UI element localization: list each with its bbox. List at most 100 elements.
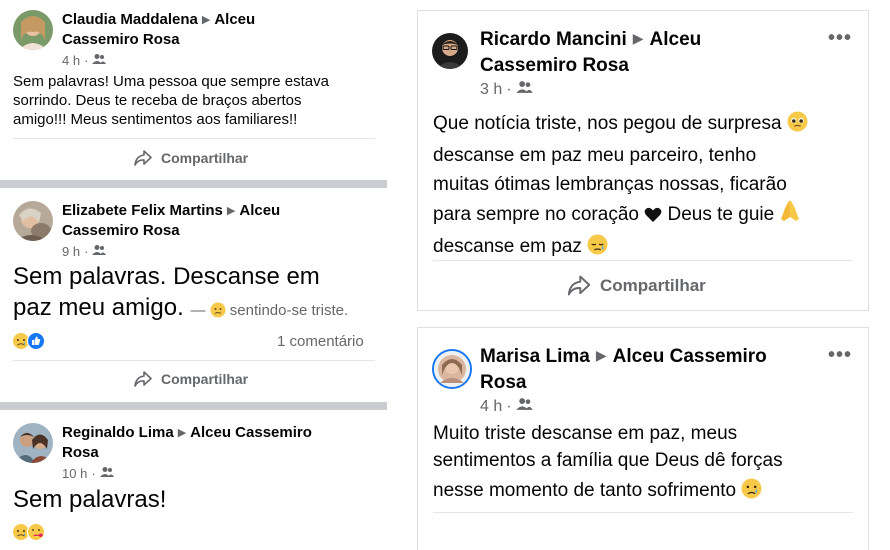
avatar[interactable]: [432, 349, 472, 389]
like-reaction-icon: [27, 332, 45, 355]
author-name[interactable]: Marisa Lima: [480, 346, 590, 367]
black-heart-icon: [644, 203, 662, 232]
share-button[interactable]: Compartilhar: [566, 274, 706, 297]
timestamp[interactable]: 10 h: [62, 466, 87, 481]
post-meta: 4 h ·: [480, 397, 533, 416]
post-text: Sem palavras. Descanse em paz meu amigo.…: [13, 261, 385, 329]
share-label: Compartilhar: [600, 275, 706, 295]
author-name[interactable]: Claudia Maddalena: [62, 11, 198, 28]
post-marisa: Marisa Lima ▶ Alceu Cassemiro Rosa ••• 4 h…: [417, 327, 869, 550]
post-reginaldo: Reginaldo Lima ▶ Alceu Cassemiro Rosa 10 h…: [0, 410, 387, 550]
crying-face-icon: [741, 478, 762, 507]
post-text-line: descanse em paz meu parceiro, tenho: [433, 145, 757, 166]
friends-icon: [92, 53, 107, 68]
arrow-right-icon: ▶: [632, 30, 644, 46]
post-text-line: amigo!!! Meus sentimentos aos familiares…: [13, 111, 298, 128]
post-text-line-2: paz meu amigo. — sentindo-se triste.: [13, 292, 385, 329]
post-separator: [0, 180, 387, 188]
avatar[interactable]: [13, 201, 53, 241]
post-text-segment: nesse momento de tanto sofrimento: [433, 480, 737, 501]
care-reaction-icon: [27, 523, 45, 546]
divider: [433, 512, 853, 513]
share-arrow-icon: [133, 370, 153, 388]
timestamp[interactable]: 4 h: [480, 398, 502, 416]
post-text-segment: Deus te guie: [667, 204, 775, 225]
avatar[interactable]: [13, 10, 53, 50]
comments-count[interactable]: 1 comentário: [277, 333, 364, 350]
post-claudia: Claudia Maddalena ▶ Alceu Cassemiro Rosa 4…: [0, 0, 387, 180]
reactions[interactable]: [12, 332, 45, 355]
post-text-line: para sempre no coração Deus te guie: [433, 199, 863, 232]
arrow-right-icon: ▶: [201, 14, 211, 26]
post-text-line: Sem palavras! Uma pessoa que sempre esta…: [13, 73, 329, 90]
friends-icon: [515, 397, 533, 416]
arrow-right-icon: ▶: [226, 205, 236, 217]
share-button[interactable]: Compartilhar: [133, 370, 248, 388]
pleading-face-icon: [787, 111, 808, 141]
post-text-line: sentimentos a família que Deus dê forças: [433, 450, 783, 471]
left-feed-column: Claudia Maddalena ▶ Alceu Cassemiro Rosa 4…: [0, 0, 387, 550]
post-header-names: Claudia Maddalena ▶ Alceu Cassemiro Rosa: [62, 10, 382, 50]
post-text-line: Sem palavras. Descanse em: [13, 263, 320, 290]
folded-hands-icon: [779, 199, 801, 232]
author-name[interactable]: Elizabete Felix Martins: [62, 202, 223, 219]
post-text: Muito triste descanse em paz, meus senti…: [433, 420, 863, 507]
group-name-cont[interactable]: Cassemiro Rosa: [62, 31, 180, 48]
group-name[interactable]: Alceu Cassemiro: [190, 424, 312, 441]
post-text: Sem palavras! Uma pessoa que sempre esta…: [13, 72, 383, 129]
right-feed-column: Ricardo Mancini ▶ Alceu Cassemiro Rosa •••…: [387, 0, 890, 550]
group-name[interactable]: Alceu: [214, 11, 255, 28]
author-name[interactable]: Ricardo Mancini: [480, 29, 627, 50]
post-meta: 3 h ·: [480, 80, 533, 99]
post-header-names: Marisa Lima ▶ Alceu Cassemiro Rosa: [480, 342, 820, 396]
post-meta: 9 h ·: [62, 244, 107, 259]
more-options-icon[interactable]: •••: [828, 28, 852, 48]
more-options-icon[interactable]: •••: [828, 345, 852, 365]
post-text: Sem palavras!: [13, 486, 167, 513]
dot-separator: ·: [84, 244, 89, 259]
friends-icon: [99, 466, 114, 481]
post-elizabete: Elizabete Felix Martins ▶ Alceu Cassemiro …: [0, 188, 387, 402]
divider: [13, 360, 375, 361]
dot-separator: ·: [84, 53, 89, 68]
share-arrow-icon: [133, 149, 153, 167]
share-button[interactable]: Compartilhar: [133, 149, 248, 167]
post-separator: [0, 402, 387, 410]
arrow-right-icon: ▶: [177, 427, 187, 439]
avatar[interactable]: [432, 33, 468, 69]
timestamp[interactable]: 9 h: [62, 244, 80, 259]
post-header-names: Elizabete Felix Martins ▶ Alceu Cassemiro …: [62, 201, 382, 241]
share-arrow-icon: [566, 274, 592, 297]
group-name-cont[interactable]: Cassemiro Rosa: [62, 222, 180, 239]
reactions[interactable]: [12, 523, 45, 546]
friends-icon: [515, 80, 533, 99]
group-name[interactable]: Alceu: [650, 29, 702, 50]
post-meta: 4 h ·: [62, 53, 107, 68]
post-text-segment: para sempre no coração: [433, 204, 639, 225]
post-text-line: nesse momento de tanto sofrimento: [433, 477, 863, 507]
em-dash: —: [190, 302, 206, 319]
dot-separator: ·: [91, 466, 96, 481]
group-name-cont[interactable]: Rosa: [62, 444, 99, 461]
friends-icon: [92, 244, 107, 259]
dot-separator: ·: [506, 80, 512, 98]
post-header-names: Ricardo Mancini ▶ Alceu Cassemiro Rosa: [480, 25, 820, 79]
timestamp[interactable]: 4 h: [62, 53, 80, 68]
post-text-line: Que notícia triste, nos pegou de surpres…: [433, 109, 863, 141]
post-text-segment: descanse em paz: [433, 236, 582, 257]
author-name[interactable]: Reginaldo Lima: [62, 424, 174, 441]
group-name[interactable]: Alceu Cassemiro: [613, 346, 767, 367]
group-name-cont[interactable]: Cassemiro Rosa: [480, 55, 629, 76]
share-label: Compartilhar: [161, 371, 249, 387]
divider: [13, 138, 375, 139]
feeling-text: sentindo-se triste.: [229, 302, 349, 319]
avatar[interactable]: [13, 423, 53, 463]
post-text-segment: paz meu amigo.: [13, 294, 184, 321]
divider: [433, 260, 853, 261]
group-name[interactable]: Alceu: [239, 202, 280, 219]
timestamp[interactable]: 3 h: [480, 81, 502, 99]
share-label: Compartilhar: [161, 150, 249, 166]
arrow-right-icon: ▶: [595, 347, 607, 363]
group-name-cont[interactable]: Rosa: [480, 372, 526, 393]
post-ricardo: Ricardo Mancini ▶ Alceu Cassemiro Rosa •••…: [417, 10, 869, 311]
